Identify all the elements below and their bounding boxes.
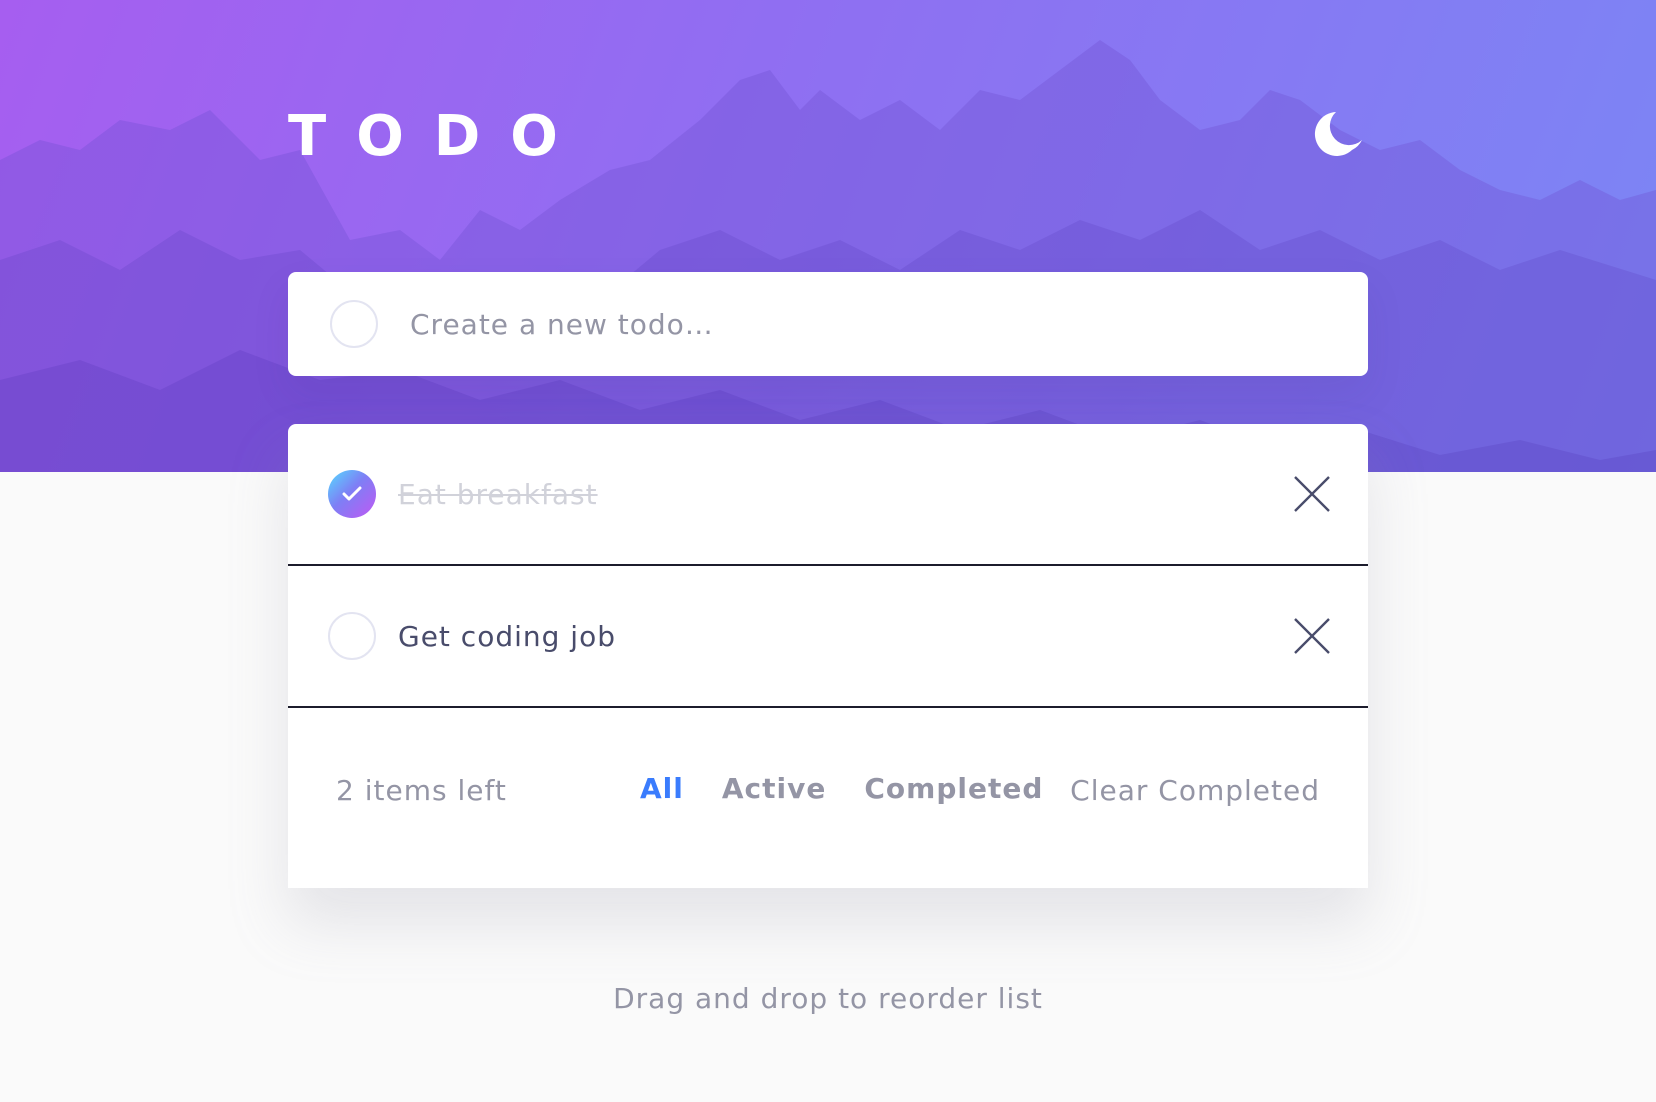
list-item[interactable]: Eat breakfast [288,424,1368,566]
filter-completed[interactable]: Completed [864,772,1043,805]
new-todo-toggle[interactable] [330,300,378,348]
completed-toggle[interactable] [328,612,376,660]
todo-text: Get coding job [398,619,616,653]
new-todo-input[interactable] [408,306,1308,342]
close-icon [1294,476,1330,512]
delete-button[interactable] [1292,616,1332,656]
filter-tabs: All Active Completed [640,772,1043,805]
app-title: TODO [288,104,588,169]
new-todo-field[interactable] [288,272,1368,376]
theme-toggle-button[interactable] [1312,106,1368,162]
filter-active[interactable]: Active [722,772,827,805]
todo-list: Eat breakfast Get coding job 2 items lef… [288,424,1368,888]
check-icon [342,486,362,501]
todo-text: Eat breakfast [398,477,598,511]
list-item[interactable]: Get coding job [288,566,1368,708]
list-footer: 2 items left All Active Completed Clear … [288,712,1368,888]
reorder-hint: Drag and drop to reorder list [613,982,1043,1015]
delete-button[interactable] [1292,474,1332,514]
filter-all[interactable]: All [640,772,684,805]
close-icon [1294,618,1330,654]
todo-app: TODO Eat breakfast Get coding job [288,0,1368,1102]
moon-icon [1314,112,1362,156]
items-left-count: 2 items left [336,774,507,807]
completed-toggle[interactable] [328,470,376,518]
clear-completed-button[interactable]: Clear Completed [1070,774,1320,807]
